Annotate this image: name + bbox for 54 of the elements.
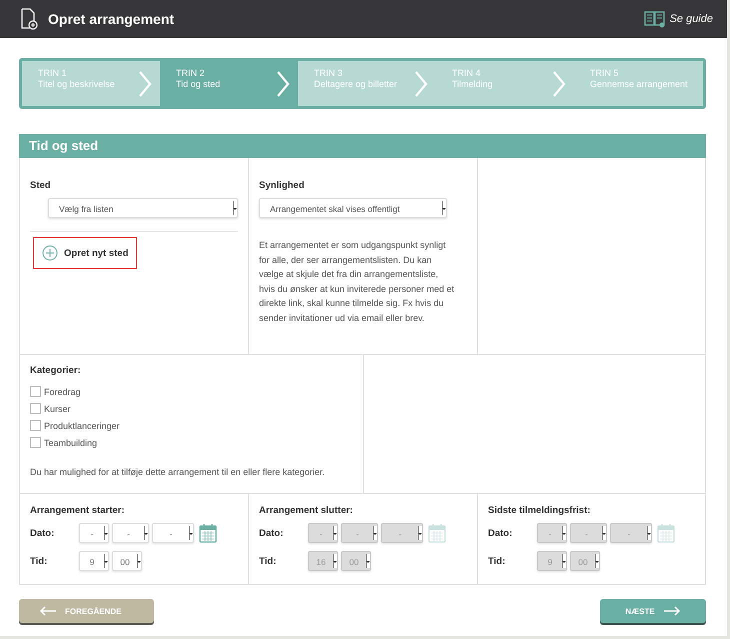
minute-select[interactable]: 00 bbox=[112, 551, 142, 571]
next-button[interactable]: NÆSTE bbox=[600, 599, 706, 623]
chevron-icon bbox=[552, 70, 566, 96]
field-label: Kategorier: bbox=[30, 365, 82, 376]
step-tab[interactable]: TRIN 5 Gennemse arrangement bbox=[574, 61, 703, 106]
field-label: Sted bbox=[30, 180, 52, 191]
help-text: Du har mulighed for at tilføje dette arrangement til en eller flere kategorier. bbox=[30, 466, 326, 479]
arrow-right-icon bbox=[662, 606, 681, 616]
guide-link[interactable]: Se guide bbox=[670, 13, 713, 25]
previous-button[interactable]: FOREGÅENDE bbox=[19, 599, 154, 623]
guide-book-icon[interactable] bbox=[644, 10, 666, 28]
field-label: Tid: bbox=[259, 556, 278, 566]
date-select[interactable]: - bbox=[79, 523, 109, 543]
field-label: Arrangement slutter: bbox=[259, 505, 354, 516]
caret-icon bbox=[233, 201, 237, 215]
field-label: Synlighed bbox=[259, 180, 306, 191]
checkbox[interactable] bbox=[30, 420, 41, 431]
date-select[interactable]: - bbox=[112, 523, 149, 543]
arrow-left-icon bbox=[39, 606, 57, 616]
field-label: Dato: bbox=[259, 528, 284, 538]
help-text: Et arrangementet er som udgangspunkt synligt for alle, der ser arrangementslisten. Du kan vælge at skjule det fra din arrangementsliste, hvis du ønsker at kun inviterede personer med et direkte link, skal kunne tilmelde sig. Fx hvis du sender invitationer ud via email eller brev. bbox=[259, 239, 455, 324]
field-label: Tid: bbox=[488, 556, 506, 566]
field-label: Dato: bbox=[30, 528, 56, 538]
chevron-icon bbox=[414, 70, 428, 96]
checkbox-label: Produktlanceringer bbox=[44, 420, 120, 430]
checkbox-label: Teambuilding bbox=[44, 438, 98, 448]
calendar-icon bbox=[428, 523, 446, 543]
checkbox[interactable] bbox=[30, 403, 41, 414]
checkbox[interactable] bbox=[30, 437, 41, 448]
field-label: Tid: bbox=[30, 556, 48, 566]
new-document-icon bbox=[20, 8, 38, 30]
chevron-icon bbox=[138, 70, 152, 96]
checkbox-label: Kurser bbox=[44, 404, 71, 414]
create-place-button[interactable]: Opret nyt sted bbox=[33, 237, 138, 269]
calendar-icon bbox=[657, 523, 675, 543]
page-title: Opret arrangement bbox=[48, 11, 174, 27]
chevron-icon bbox=[276, 70, 290, 96]
checkbox-label: Foredrag bbox=[44, 386, 81, 396]
field-label: Dato: bbox=[488, 528, 514, 538]
step-tab[interactable]: TRIN 4 Tilmelding bbox=[436, 61, 574, 106]
plus-circle-icon bbox=[42, 245, 58, 261]
step-tab[interactable]: TRIN 3 Deltagere og billetter bbox=[298, 61, 436, 106]
step-tab[interactable]: TRIN 2 Tid og sted bbox=[160, 61, 298, 106]
section-header: Tid og sted bbox=[19, 134, 706, 158]
place-select[interactable]: Vælg fra listen bbox=[48, 198, 238, 218]
date-select[interactable]: - bbox=[152, 523, 194, 543]
step-tab[interactable]: TRIN 1 Titel og beskrivelse bbox=[22, 61, 160, 106]
calendar-icon[interactable] bbox=[199, 523, 217, 543]
visibility-select[interactable]: Arrangementet skal vises offentligt bbox=[259, 198, 447, 218]
caret-icon bbox=[442, 201, 446, 215]
checkbox[interactable] bbox=[30, 386, 41, 397]
field-label: Arrangement starter: bbox=[30, 505, 126, 516]
hour-select[interactable]: 9 bbox=[79, 551, 109, 571]
field-label: Sidste tilmeldingsfrist: bbox=[488, 505, 592, 516]
